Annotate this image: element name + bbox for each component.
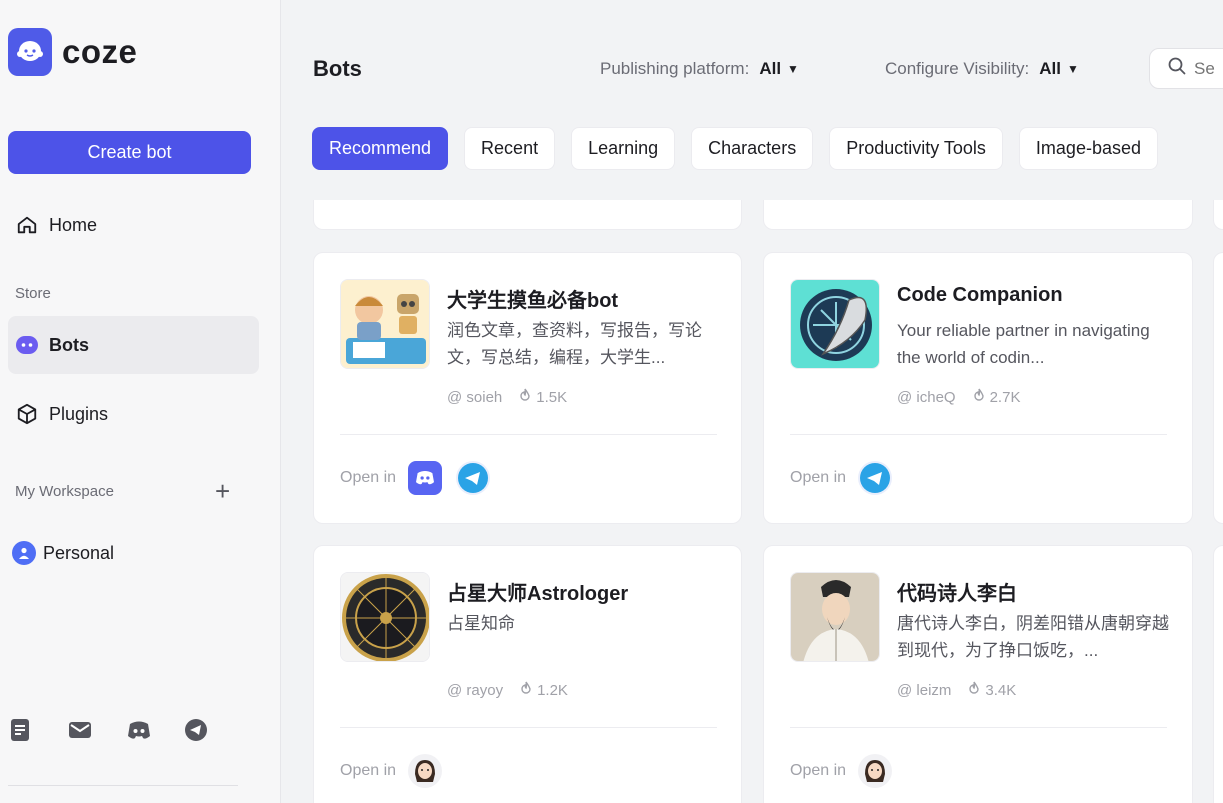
- tab-recent[interactable]: Recent: [464, 127, 556, 170]
- store-section-label: Store: [15, 285, 51, 302]
- bot-description: 润色文章，查资料，写报告，写论文，写总结，编程，大学生...: [447, 321, 702, 367]
- tab-characters[interactable]: Characters: [691, 127, 814, 170]
- search-icon: [1168, 57, 1186, 80]
- bot-usage-count: 2.7K: [989, 388, 1021, 406]
- cube-icon: [14, 401, 40, 427]
- bot-card[interactable]: 代码诗人李白 唐代诗人李白，阴差阳错从唐朝穿越到现代，为了挣口饭吃，... @ …: [763, 545, 1193, 803]
- bot-usage-count: 1.2K: [537, 681, 568, 699]
- bot-name: 大学生摸鱼必备bot: [447, 290, 619, 312]
- bot-usage-count: 3.4K: [985, 681, 1017, 699]
- configure-visibility-filter[interactable]: Configure Visibility: All ▼: [885, 59, 1079, 79]
- sidebar-item-plugins[interactable]: Plugins: [8, 385, 259, 443]
- brand-name: coze: [62, 33, 138, 70]
- tab-image-based[interactable]: Image-based: [1018, 127, 1158, 170]
- bot-avatar: [340, 279, 430, 369]
- telegram-icon[interactable]: [184, 718, 242, 742]
- bot-meta: @ icheQ 2.7K: [897, 388, 1020, 406]
- bot-avatar: [790, 279, 880, 369]
- open-in-row: Open in: [790, 461, 906, 495]
- publishing-platform-filter[interactable]: Publishing platform: All ▼: [600, 59, 799, 79]
- bot-avatar: [340, 572, 430, 662]
- home-icon: [14, 212, 40, 238]
- open-in-row: Open in: [790, 754, 906, 788]
- card-divider: [790, 727, 1167, 728]
- sidebar-item-label: Bots: [49, 334, 89, 355]
- main-content: 大学生摸鱼必备bot 润色文章，查资料，写报告，写论文，写总结，编程，大学生..…: [282, 0, 1223, 803]
- logo[interactable]: coze: [8, 28, 137, 76]
- bot-meta: @ soieh 1.5K: [447, 388, 567, 406]
- sidebar-item-personal[interactable]: Personal: [8, 524, 259, 582]
- filter-label: Configure Visibility:: [885, 59, 1030, 78]
- page-title: Bots: [313, 56, 362, 81]
- bot-usage-count: 1.5K: [536, 388, 568, 406]
- bot-name: 代码诗人李白: [897, 583, 1017, 605]
- open-in-row: Open in: [340, 754, 456, 788]
- sidebar-item-bots[interactable]: Bots: [8, 316, 259, 374]
- card-divider: [790, 434, 1167, 435]
- bot-description: 唐代诗人李白，阴差阳错从唐朝穿越到现代，为了挣口饭吃，...: [897, 614, 1169, 660]
- tab-recommend[interactable]: Recommend: [312, 127, 449, 170]
- footer-links: [10, 718, 242, 742]
- filter-label: Publishing platform:: [600, 59, 750, 78]
- fire-icon: [967, 681, 981, 699]
- open-in-label: Open in: [340, 469, 397, 486]
- sidebar-item-label: Home: [49, 214, 98, 235]
- telegram-icon[interactable]: [858, 461, 893, 495]
- search-input[interactable]: [1194, 58, 1223, 79]
- add-workspace-button[interactable]: +: [215, 478, 230, 504]
- open-in-label: Open in: [790, 762, 847, 779]
- sidebar-item-label: Personal: [43, 542, 115, 563]
- partial-card[interactable]: [1213, 252, 1223, 524]
- discord-icon[interactable]: [126, 718, 184, 742]
- bot-author: @ leizm: [897, 681, 952, 699]
- card-divider: [340, 727, 717, 728]
- bot-card[interactable]: 大学生摸鱼必备bot 润色文章，查资料，写报告，写论文，写总结，编程，大学生..…: [313, 252, 742, 524]
- top-bar: Bots Publishing platform: All ▼ Configur…: [282, 0, 1223, 200]
- open-in-row: Open in: [340, 461, 504, 495]
- category-tabs: Recommend Recent Learning Characters Pro…: [312, 127, 1174, 170]
- sidebar-item-label: Plugins: [49, 403, 109, 424]
- filter-value: All: [1039, 59, 1061, 78]
- footer-divider: [8, 785, 238, 786]
- tab-learning[interactable]: Learning: [571, 127, 676, 170]
- document-icon[interactable]: [10, 718, 68, 742]
- bot-icon: [14, 332, 40, 358]
- bot-name: 占星大师Astrologer: [447, 583, 629, 605]
- bot-description: 占星知命: [447, 614, 515, 633]
- bot-author: @ rayoy: [447, 681, 504, 699]
- bot-meta: @ leizm 3.4K: [897, 681, 1016, 699]
- fire-icon: [519, 681, 533, 699]
- user-avatar-icon[interactable]: [408, 754, 443, 788]
- mail-icon[interactable]: [68, 718, 126, 742]
- open-in-label: Open in: [790, 469, 847, 486]
- sidebar-item-home[interactable]: Home: [8, 196, 259, 254]
- discord-icon[interactable]: [408, 461, 443, 495]
- bot-card[interactable]: Code Companion Your reliable partner in …: [763, 252, 1193, 524]
- caret-down-icon: ▼: [1067, 62, 1079, 76]
- bot-author: @ icheQ: [897, 388, 956, 406]
- create-bot-button[interactable]: Create bot: [8, 131, 251, 174]
- search-box[interactable]: [1149, 48, 1223, 89]
- bot-author: @ soieh: [447, 388, 503, 406]
- card-divider: [340, 434, 717, 435]
- bot-avatar: [790, 572, 880, 662]
- open-in-label: Open in: [340, 762, 397, 779]
- bot-card[interactable]: 占星大师Astrologer 占星知命 @ rayoy 1.2K Open in: [313, 545, 742, 803]
- workspace-section-label: My Workspace: [15, 483, 114, 500]
- bot-name: Code Companion: [897, 284, 1063, 306]
- bot-meta: @ rayoy 1.2K: [447, 681, 568, 699]
- user-avatar-icon[interactable]: [858, 754, 893, 788]
- bot-description: Your reliable partner in navigating the …: [897, 321, 1150, 367]
- partial-card[interactable]: [1213, 545, 1223, 803]
- fire-icon: [518, 388, 532, 406]
- sidebar: coze Create bot Home Store Bots Plugins …: [0, 0, 281, 803]
- tab-productivity-tools[interactable]: Productivity Tools: [829, 127, 1003, 170]
- fire-icon: [972, 388, 986, 406]
- user-icon: [12, 541, 36, 565]
- coze-logo-icon: [8, 28, 52, 76]
- telegram-icon[interactable]: [456, 461, 491, 495]
- caret-down-icon: ▼: [787, 62, 799, 76]
- filter-value: All: [759, 59, 782, 78]
